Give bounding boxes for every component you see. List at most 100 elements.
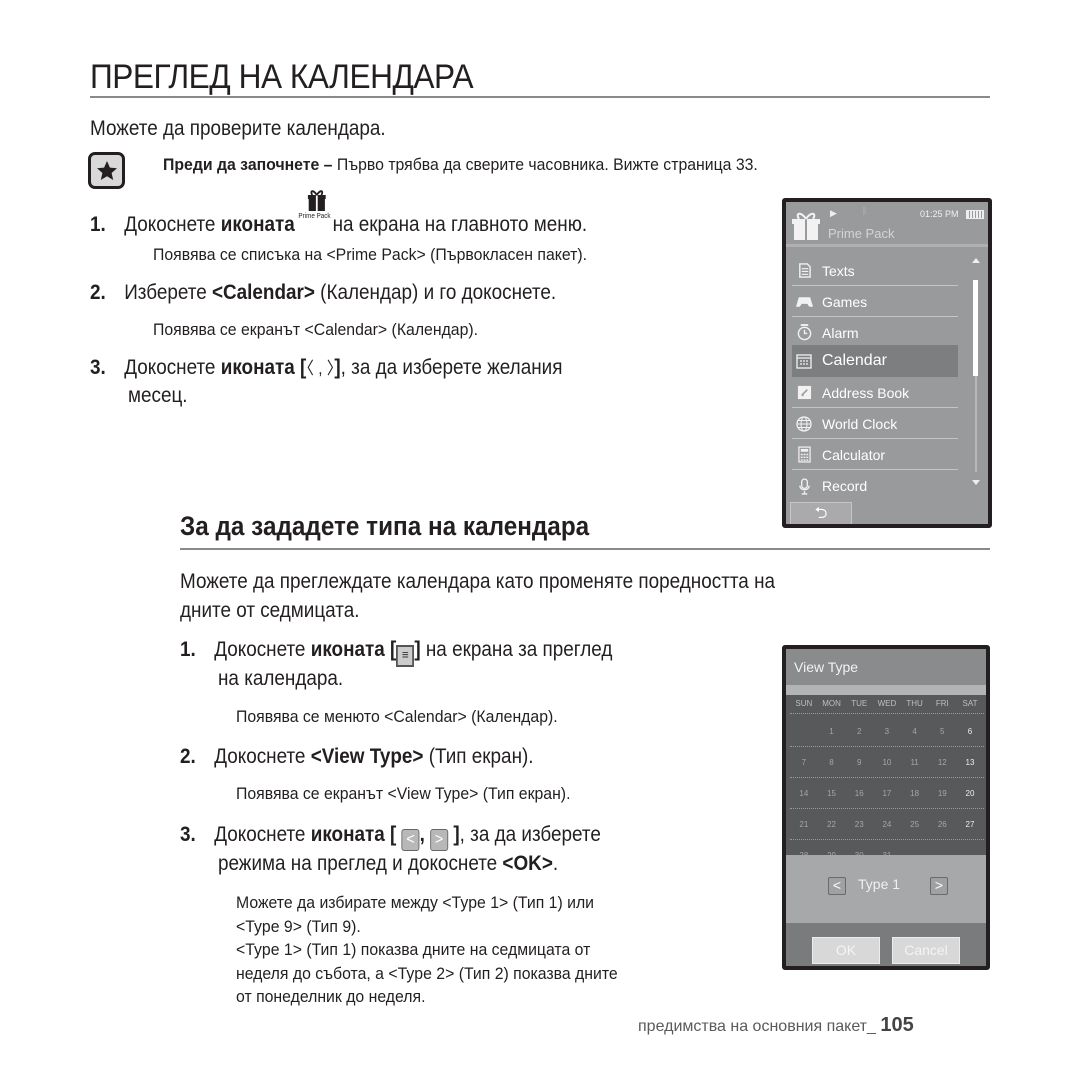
- section-heading: За да зададете типа на календара: [180, 511, 590, 541]
- step-3-line2: месец.: [128, 384, 188, 407]
- intro-text: Можете да проверите календара.: [90, 117, 386, 140]
- step-text: , за да изберете: [459, 823, 601, 846]
- calendar-day[interactable]: 12: [928, 758, 956, 777]
- step-1-result: Появява се списъка на <Prime Pack> (Първ…: [153, 245, 588, 264]
- menu-item-texts[interactable]: Texts: [792, 256, 958, 286]
- menu-item-label: Texts: [822, 262, 855, 279]
- clock-time: 01:25 PM: [920, 209, 959, 219]
- back-button[interactable]: ⮌: [790, 502, 852, 524]
- texts-icon: [795, 262, 813, 280]
- calendar-day[interactable]: 4: [901, 727, 929, 746]
- weekday-label: MON: [822, 699, 841, 708]
- calendar-day[interactable]: 13: [956, 758, 984, 777]
- step-text: на екрана за преглед: [420, 638, 613, 661]
- calendar-day[interactable]: 2: [845, 727, 873, 746]
- step-bold: ,: [419, 823, 425, 846]
- step-bold: иконата [: [220, 356, 307, 379]
- step-bold: иконата [: [310, 823, 397, 846]
- microphone-icon: [795, 477, 813, 495]
- step-text: (Календар) и го докоснете.: [314, 281, 557, 304]
- calendar-day[interactable]: 7: [790, 758, 818, 777]
- weekday-header-row: SUN MON TUE WED THU FRI SAT: [790, 699, 984, 714]
- calendar-day[interactable]: 5: [928, 727, 956, 746]
- page-number: 105: [880, 1014, 914, 1036]
- scroll-up-arrow-icon[interactable]: [972, 258, 980, 263]
- calendar-day[interactable]: 19: [928, 789, 956, 808]
- result-line: неделя до събота, а <Type 2> (Тип 2) пок…: [236, 963, 618, 983]
- ok-button[interactable]: OK: [812, 937, 880, 964]
- screen-title: View Type: [786, 649, 986, 685]
- right-arrow-icon: >: [430, 829, 449, 851]
- s2-step-3: 3. Докоснете иконата [ <, > ], за да избе…: [180, 823, 601, 851]
- calendar-day[interactable]: 11: [901, 758, 929, 777]
- step-bold: <Calendar>: [211, 281, 315, 304]
- section-intro: Можете да преглеждате календара като про…: [180, 567, 990, 625]
- calendar-week-row: 123456: [790, 719, 984, 747]
- next-type-button[interactable]: >: [930, 877, 948, 895]
- calendar-day[interactable]: 9: [845, 758, 873, 777]
- back-arrow-icon: ⮌: [814, 505, 828, 522]
- calendar-day[interactable]: 16: [845, 789, 873, 808]
- header-divider: [786, 244, 988, 247]
- calendar-day[interactable]: 15: [818, 789, 846, 808]
- prev-type-button[interactable]: <: [828, 877, 846, 895]
- type-value: Type 1: [858, 876, 901, 892]
- prime-pack-icon-label: Prime Pack: [298, 213, 331, 220]
- s2-step-3-line2: режима на преглед и докоснете <OK>.: [218, 852, 558, 876]
- step-text: Докоснете: [214, 638, 311, 661]
- calendar-day[interactable]: 20: [956, 789, 984, 808]
- scrollbar-thumb[interactable]: [973, 280, 978, 376]
- step-number: 1.: [90, 213, 106, 236]
- step-number: 2.: [180, 745, 196, 768]
- page-footer: предимства на основния пакет_ 105: [638, 1014, 914, 1037]
- scroll-down-arrow-icon[interactable]: [972, 480, 980, 485]
- menu-item-record[interactable]: Record: [792, 471, 958, 501]
- gamepad-icon: [795, 293, 813, 311]
- title-band: [786, 685, 986, 695]
- menu-item-label: World Clock: [822, 415, 898, 432]
- menu-item-address-book[interactable]: Address Book: [792, 378, 958, 408]
- calendar-day[interactable]: 14: [790, 789, 818, 808]
- calendar-day[interactable]: 6: [956, 727, 984, 746]
- s2-step-1: 1. Докоснете иконата [≡] на екрана за пре…: [180, 638, 612, 667]
- calendar-day[interactable]: 1: [818, 727, 846, 746]
- calendar-day[interactable]: 10: [873, 758, 901, 777]
- step-text: Докоснете: [124, 213, 221, 236]
- play-icon: ▶: [830, 208, 837, 218]
- calendar-day[interactable]: 23: [845, 820, 873, 839]
- section-divider: [180, 548, 990, 550]
- step-1: 1. Докоснете иконата Prime Pack на екрана н…: [90, 190, 588, 237]
- step-text: режима на преглед и докоснете: [218, 852, 503, 875]
- prime-pack-screen: ▶ ᛒ 01:25 PM Prime Pack Texts Games Alar…: [782, 198, 992, 528]
- calendar-day[interactable]: 18: [901, 789, 929, 808]
- menu-item-games[interactable]: Games: [792, 287, 958, 317]
- prime-pack-gift-icon: [792, 212, 820, 240]
- step-text: Докоснете: [214, 745, 311, 768]
- bluetooth-icon: ᛒ: [862, 206, 868, 216]
- calendar-day[interactable]: 3: [873, 727, 901, 746]
- calendar-day[interactable]: 25: [901, 820, 929, 839]
- address-book-icon: [795, 384, 813, 402]
- calendar-day[interactable]: 22: [818, 820, 846, 839]
- step-text: , за да изберете желания: [340, 356, 563, 379]
- calendar-day[interactable]: 17: [873, 789, 901, 808]
- menu-item-calculator[interactable]: Calculator: [792, 440, 958, 470]
- step-text: .: [552, 852, 559, 875]
- calendar-day[interactable]: 27: [956, 820, 984, 839]
- cancel-button[interactable]: Cancel: [892, 937, 960, 964]
- calendar-grid: SUN MON TUE WED THU FRI SAT 1 2 3 4 5 6 7 8 9 10 1…: [786, 695, 986, 860]
- menu-item-world-clock[interactable]: World Clock: [792, 409, 958, 439]
- menu-item-alarm[interactable]: Alarm: [792, 318, 958, 348]
- menu-list-icon: ≡: [396, 645, 415, 667]
- step-text: Изберете: [124, 281, 212, 304]
- globe-icon: [795, 415, 813, 433]
- calendar-day[interactable]: 24: [873, 820, 901, 839]
- menu-item-label: Calculator: [822, 446, 886, 463]
- calendar-day[interactable]: 8: [818, 758, 846, 777]
- calendar-day[interactable]: 26: [928, 820, 956, 839]
- calendar-day[interactable]: 21: [790, 820, 818, 839]
- step-text: на екрана на главното меню.: [332, 213, 588, 236]
- menu-item-calendar[interactable]: Calendar: [792, 345, 958, 377]
- footer-text: предимства на основния пакет_: [638, 1018, 881, 1035]
- menu-item-label: Address Book: [822, 384, 910, 401]
